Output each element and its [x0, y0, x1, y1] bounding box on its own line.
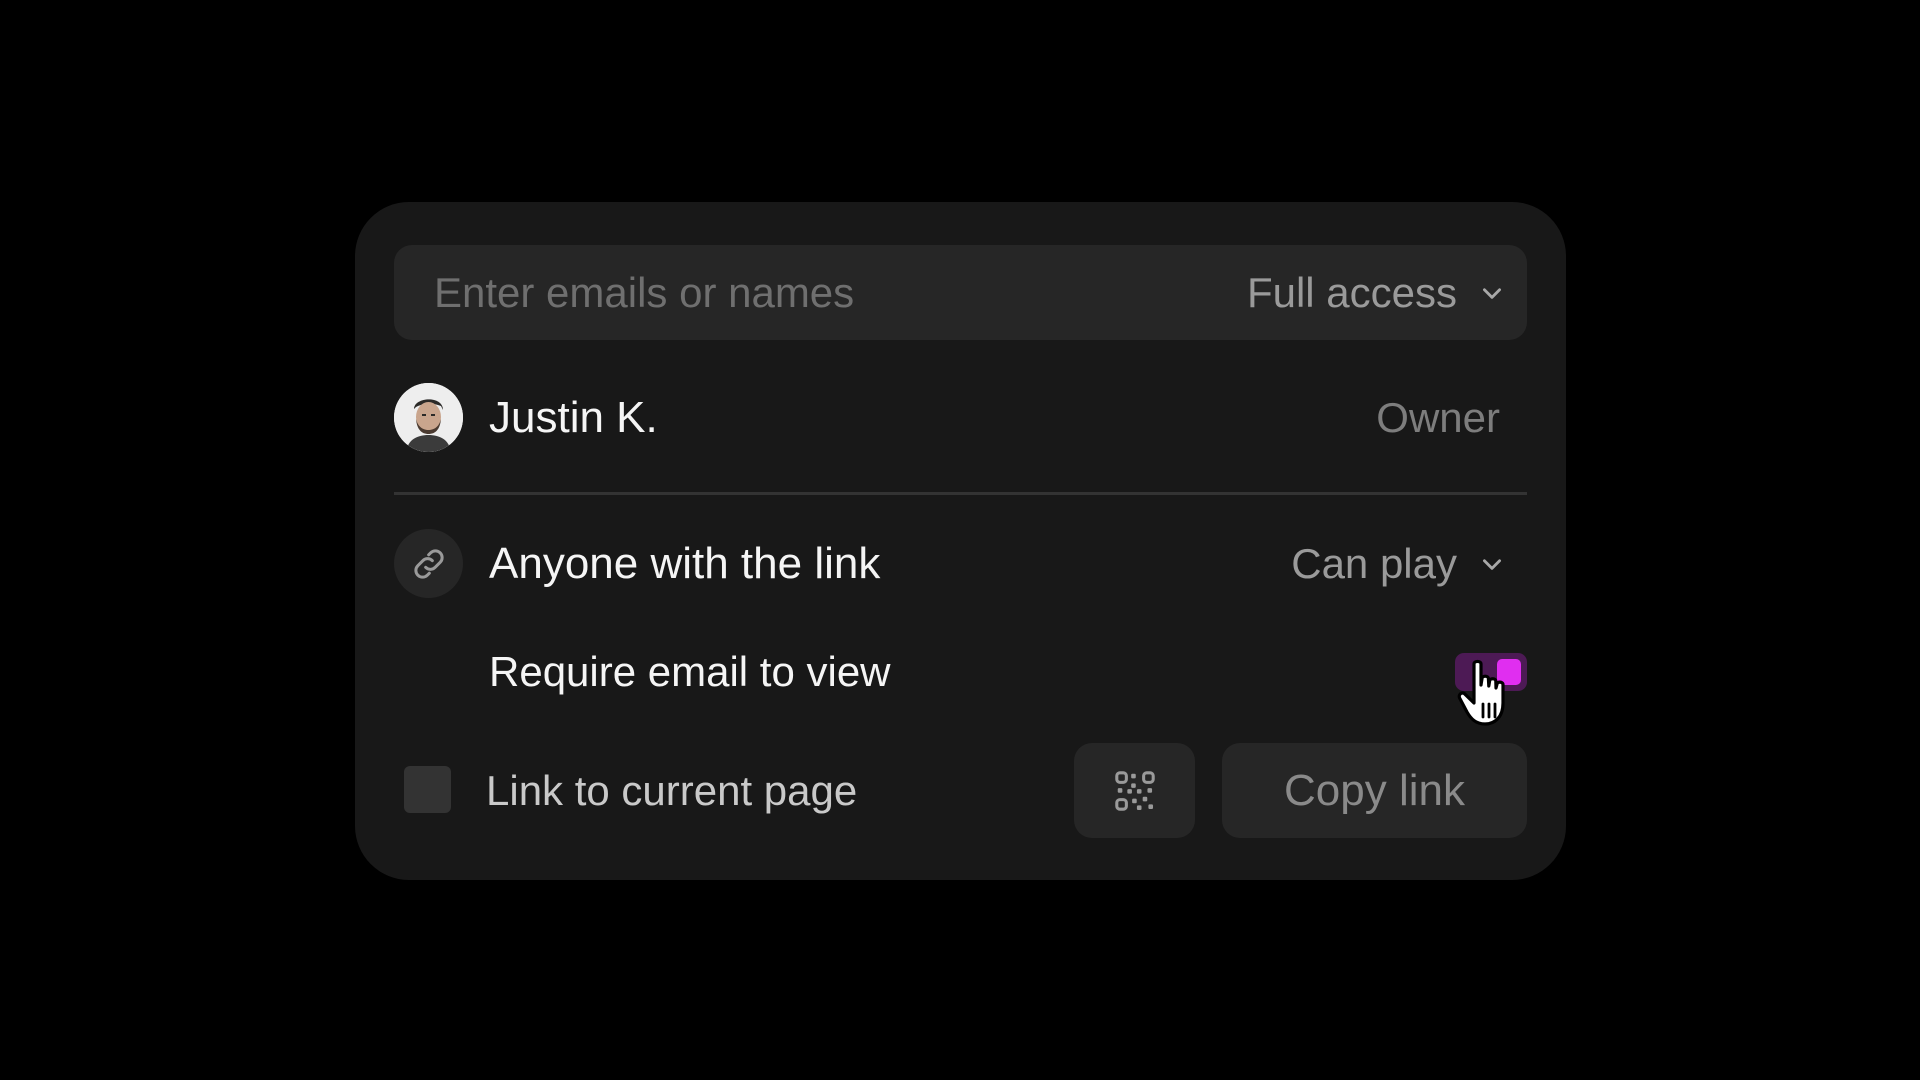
- member-row: Justin K. Owner: [394, 383, 1527, 452]
- require-email-toggle[interactable]: [1455, 653, 1527, 691]
- member-name: Justin K.: [489, 393, 658, 442]
- invite-email-input[interactable]: [434, 245, 1134, 340]
- link-current-page-checkbox[interactable]: [404, 766, 451, 813]
- require-email-row: Require email to view: [394, 637, 1527, 706]
- access-level-label: Full access: [1246, 268, 1457, 316]
- invite-bar: Full access: [394, 245, 1527, 340]
- link-icon: [413, 548, 444, 579]
- divider: [394, 492, 1527, 495]
- qr-code-icon: [1114, 770, 1155, 811]
- avatar: [394, 383, 463, 452]
- share-dialog: Full access Justin K. Owner: [355, 202, 1566, 880]
- access-level-dropdown[interactable]: Full access: [1247, 245, 1505, 340]
- link-icon-badge: [394, 529, 463, 598]
- link-permission-dropdown[interactable]: Can play: [1291, 529, 1505, 598]
- chevron-down-icon: [1483, 558, 1501, 570]
- user-avatar-icon: [394, 383, 463, 452]
- toggle-knob: [1497, 659, 1521, 685]
- link-sharing-row: Anyone with the link Can play: [394, 529, 1527, 598]
- link-sharing-label: Anyone with the link: [489, 539, 881, 588]
- chevron-down-icon: [1483, 287, 1501, 299]
- link-permission-label: Can play: [1291, 539, 1457, 587]
- footer-row: Link to current page Copy link: [394, 743, 1527, 838]
- qr-code-button[interactable]: [1074, 743, 1195, 838]
- member-role: Owner: [1376, 394, 1500, 441]
- link-current-page-label: Link to current page: [486, 767, 858, 814]
- copy-link-button[interactable]: Copy link: [1222, 743, 1527, 838]
- require-email-label: Require email to view: [489, 648, 891, 695]
